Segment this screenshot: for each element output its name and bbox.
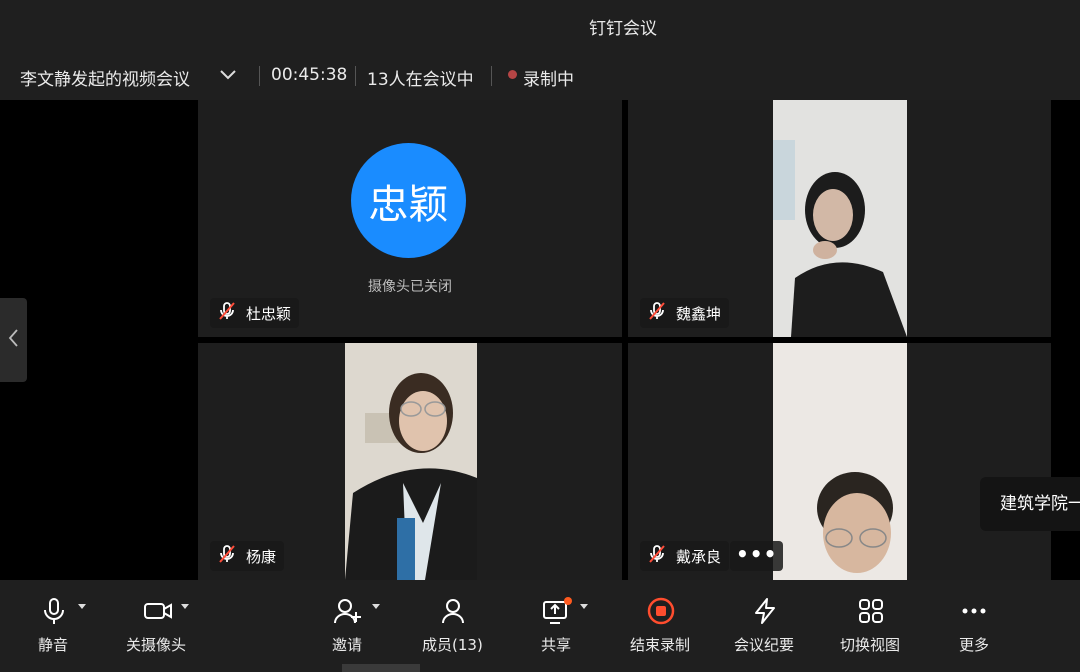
switch-view-label: 切换视图: [840, 636, 901, 654]
share-button[interactable]: 共享: [536, 580, 596, 672]
share-screen-icon: [543, 597, 572, 624]
switch-view-button[interactable]: 切换视图: [836, 580, 906, 672]
scrollbar[interactable]: [342, 664, 420, 672]
stop-recording-icon: [647, 597, 675, 625]
participant-name: 杨康: [246, 547, 277, 566]
recording-status: 录制中: [523, 70, 574, 90]
caret-down-icon[interactable]: [78, 604, 86, 609]
participant-nameplate: 杨康: [210, 541, 285, 571]
video-tile-2[interactable]: 魏鑫坤: [628, 100, 1051, 337]
participant-name: 杜忠颖: [246, 304, 292, 323]
members-button[interactable]: 成员(13): [418, 580, 488, 672]
title-bar: 钉钉会议: [0, 0, 1080, 52]
divider: [355, 66, 356, 86]
grid-icon: [859, 599, 883, 623]
members-label: 成员(13): [422, 636, 483, 654]
meeting-name[interactable]: 李文静发起的视频会议: [20, 65, 190, 90]
video-tile-4[interactable]: 戴承良 •••: [628, 343, 1051, 580]
avatar: 忠颖: [351, 143, 466, 258]
mute-label: 静音: [38, 636, 69, 654]
add-user-icon: [334, 599, 361, 624]
camera-off-status: 摄像头已关闭: [368, 279, 452, 295]
participant-video: [345, 343, 477, 580]
camera-off-label: 关摄像头: [126, 636, 187, 654]
elapsed-time: 00:45:38: [271, 65, 348, 85]
user-icon: [442, 599, 464, 624]
participant-name: 魏鑫坤: [676, 304, 722, 323]
camera-icon: [144, 603, 172, 619]
participant-video: [773, 100, 907, 337]
mute-button[interactable]: 静音: [24, 580, 86, 672]
participant-name: 戴承良: [676, 547, 722, 566]
participant-nameplate: 魏鑫坤: [640, 298, 730, 328]
meeting-minutes-label: 会议纪要: [734, 636, 795, 654]
participant-nameplate: 杜忠颖: [210, 298, 300, 328]
caret-down-icon[interactable]: [181, 604, 189, 609]
more-button[interactable]: 更多: [944, 580, 1004, 672]
app-title: 钉钉会议: [589, 19, 657, 39]
recording-dot-icon: [508, 70, 517, 79]
camera-off-button[interactable]: 关摄像头: [122, 580, 202, 672]
divider: [259, 66, 260, 86]
chevron-left-icon: [7, 327, 21, 353]
microphone-icon: [44, 598, 64, 624]
invite-label: 邀请: [332, 636, 363, 654]
invite-button[interactable]: 邀请: [322, 580, 382, 672]
caret-down-icon[interactable]: [372, 604, 380, 609]
participants-status[interactable]: 13人在会议中: [367, 65, 474, 90]
lightning-icon: [755, 598, 775, 624]
divider: [491, 66, 492, 86]
caret-down-icon[interactable]: [580, 604, 588, 609]
end-recording-label: 结束录制: [630, 636, 691, 654]
bottom-toolbar: 静音 关摄像头 邀请 成员(13) 共享 结束录制 会议纪要 切换视图 更多: [0, 580, 1080, 672]
mic-muted-icon: [216, 300, 238, 326]
participant-video: [773, 343, 907, 580]
mic-muted-icon: [646, 543, 668, 569]
meeting-info-bar: 李文静发起的视频会议 00:45:38 13人在会议中 录制中: [0, 52, 1080, 100]
floating-participant-label[interactable]: 建筑学院一: [980, 477, 1080, 531]
more-options-icon[interactable]: •••: [730, 541, 784, 571]
meeting-minutes-button[interactable]: 会议纪要: [730, 580, 800, 672]
end-recording-button[interactable]: 结束录制: [626, 580, 696, 672]
video-tile-3[interactable]: 杨康: [198, 343, 622, 580]
participant-nameplate: 戴承良: [640, 541, 730, 571]
share-label: 共享: [541, 636, 572, 654]
more-icon: [962, 608, 986, 614]
video-tile-1[interactable]: 忠颖 摄像头已关闭 杜忠颖: [198, 100, 622, 337]
chevron-down-icon[interactable]: [218, 64, 238, 89]
mic-muted-icon: [646, 300, 668, 326]
mic-muted-icon: [216, 543, 238, 569]
more-label: 更多: [959, 636, 990, 654]
sidebar-toggle[interactable]: [0, 298, 27, 382]
